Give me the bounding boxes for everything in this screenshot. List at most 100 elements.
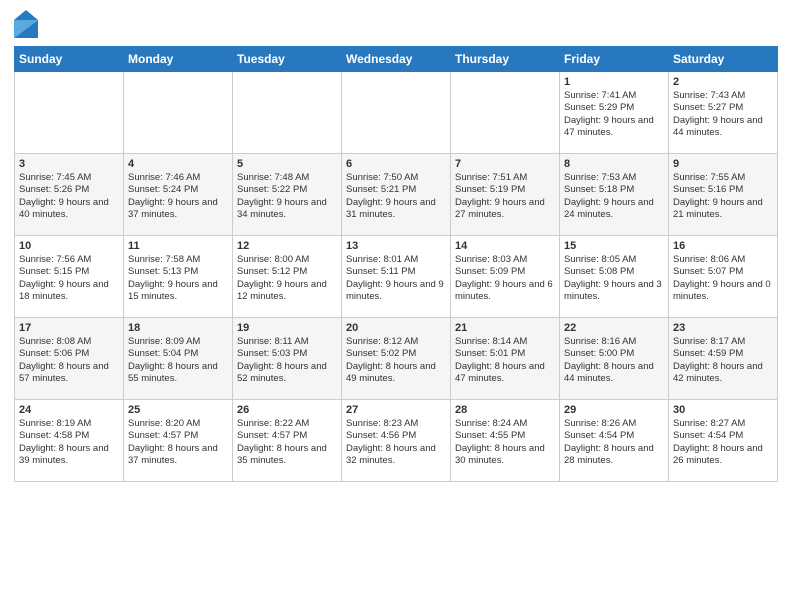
day-info-line: Daylight: 9 hours and 0 minutes.: [673, 279, 773, 304]
day-number: 10: [19, 240, 119, 252]
day-info-line: Daylight: 8 hours and 30 minutes.: [455, 443, 555, 468]
day-info-line: Daylight: 9 hours and 21 minutes.: [673, 197, 773, 222]
day-info-line: Daylight: 8 hours and 49 minutes.: [346, 361, 446, 386]
day-info-line: Daylight: 8 hours and 47 minutes.: [455, 361, 555, 386]
day-info-line: Sunrise: 8:20 AM: [128, 418, 228, 430]
day-info-line: Sunset: 5:19 PM: [455, 184, 555, 196]
day-number: 1: [564, 76, 664, 88]
calendar-cell: 6Sunrise: 7:50 AMSunset: 5:21 PMDaylight…: [342, 154, 451, 236]
day-info-line: Sunrise: 7:50 AM: [346, 172, 446, 184]
day-info-line: Daylight: 9 hours and 47 minutes.: [564, 115, 664, 140]
calendar-cell: 19Sunrise: 8:11 AMSunset: 5:03 PMDayligh…: [233, 318, 342, 400]
calendar-header-row: SundayMondayTuesdayWednesdayThursdayFrid…: [15, 47, 778, 72]
day-info-line: Sunrise: 7:41 AM: [564, 90, 664, 102]
day-info-line: Sunrise: 8:12 AM: [346, 336, 446, 348]
calendar-cell: [342, 72, 451, 154]
calendar-header-thursday: Thursday: [451, 47, 560, 72]
day-number: 11: [128, 240, 228, 252]
day-info-line: Daylight: 9 hours and 3 minutes.: [564, 279, 664, 304]
calendar-cell: 23Sunrise: 8:17 AMSunset: 4:59 PMDayligh…: [669, 318, 778, 400]
day-number: 20: [346, 322, 446, 334]
day-info-line: Sunset: 4:57 PM: [128, 430, 228, 442]
day-info-line: Sunrise: 7:45 AM: [19, 172, 119, 184]
calendar-cell: [124, 72, 233, 154]
day-info-line: Sunrise: 8:05 AM: [564, 254, 664, 266]
day-number: 7: [455, 158, 555, 170]
calendar-cell: 25Sunrise: 8:20 AMSunset: 4:57 PMDayligh…: [124, 400, 233, 482]
day-info-line: Sunset: 5:01 PM: [455, 348, 555, 360]
day-info-line: Daylight: 9 hours and 9 minutes.: [346, 279, 446, 304]
calendar-cell: 24Sunrise: 8:19 AMSunset: 4:58 PMDayligh…: [15, 400, 124, 482]
day-number: 19: [237, 322, 337, 334]
calendar-cell: 22Sunrise: 8:16 AMSunset: 5:00 PMDayligh…: [560, 318, 669, 400]
day-info-line: Sunset: 5:08 PM: [564, 266, 664, 278]
day-info-line: Daylight: 8 hours and 28 minutes.: [564, 443, 664, 468]
day-info-line: Sunset: 5:07 PM: [673, 266, 773, 278]
day-number: 21: [455, 322, 555, 334]
calendar-cell: [15, 72, 124, 154]
day-info-line: Sunrise: 8:00 AM: [237, 254, 337, 266]
day-info-line: Sunset: 5:00 PM: [564, 348, 664, 360]
page-header: [14, 10, 778, 38]
calendar-header-friday: Friday: [560, 47, 669, 72]
calendar-week-row: 10Sunrise: 7:56 AMSunset: 5:15 PMDayligh…: [15, 236, 778, 318]
day-info-line: Sunset: 4:59 PM: [673, 348, 773, 360]
day-info-line: Sunset: 4:58 PM: [19, 430, 119, 442]
day-info-line: Daylight: 8 hours and 44 minutes.: [564, 361, 664, 386]
calendar-cell: 10Sunrise: 7:56 AMSunset: 5:15 PMDayligh…: [15, 236, 124, 318]
calendar-header-saturday: Saturday: [669, 47, 778, 72]
calendar-cell: 27Sunrise: 8:23 AMSunset: 4:56 PMDayligh…: [342, 400, 451, 482]
calendar-cell: 17Sunrise: 8:08 AMSunset: 5:06 PMDayligh…: [15, 318, 124, 400]
day-info-line: Sunrise: 7:48 AM: [237, 172, 337, 184]
day-number: 15: [564, 240, 664, 252]
day-info-line: Sunrise: 8:17 AM: [673, 336, 773, 348]
day-info-line: Sunset: 5:26 PM: [19, 184, 119, 196]
day-info-line: Sunrise: 8:11 AM: [237, 336, 337, 348]
calendar-table: SundayMondayTuesdayWednesdayThursdayFrid…: [14, 46, 778, 482]
day-info-line: Sunrise: 7:43 AM: [673, 90, 773, 102]
day-info-line: Sunrise: 8:14 AM: [455, 336, 555, 348]
calendar-cell: 28Sunrise: 8:24 AMSunset: 4:55 PMDayligh…: [451, 400, 560, 482]
day-info-line: Sunset: 5:06 PM: [19, 348, 119, 360]
day-number: 17: [19, 322, 119, 334]
calendar-week-row: 24Sunrise: 8:19 AMSunset: 4:58 PMDayligh…: [15, 400, 778, 482]
calendar-cell: 1Sunrise: 7:41 AMSunset: 5:29 PMDaylight…: [560, 72, 669, 154]
day-number: 28: [455, 404, 555, 416]
day-info-line: Sunset: 4:56 PM: [346, 430, 446, 442]
day-info-line: Sunset: 5:16 PM: [673, 184, 773, 196]
day-number: 18: [128, 322, 228, 334]
day-info-line: Daylight: 8 hours and 35 minutes.: [237, 443, 337, 468]
day-info-line: Sunset: 4:57 PM: [237, 430, 337, 442]
day-info-line: Sunset: 5:15 PM: [19, 266, 119, 278]
day-info-line: Daylight: 9 hours and 12 minutes.: [237, 279, 337, 304]
day-info-line: Daylight: 8 hours and 26 minutes.: [673, 443, 773, 468]
day-info-line: Sunset: 5:24 PM: [128, 184, 228, 196]
day-info-line: Daylight: 8 hours and 57 minutes.: [19, 361, 119, 386]
day-info-line: Sunrise: 7:51 AM: [455, 172, 555, 184]
day-info-line: Sunrise: 8:24 AM: [455, 418, 555, 430]
day-info-line: Sunrise: 8:23 AM: [346, 418, 446, 430]
calendar-cell: 14Sunrise: 8:03 AMSunset: 5:09 PMDayligh…: [451, 236, 560, 318]
day-number: 14: [455, 240, 555, 252]
day-info-line: Daylight: 8 hours and 42 minutes.: [673, 361, 773, 386]
day-number: 2: [673, 76, 773, 88]
day-info-line: Sunrise: 8:19 AM: [19, 418, 119, 430]
day-number: 16: [673, 240, 773, 252]
day-info-line: Daylight: 9 hours and 18 minutes.: [19, 279, 119, 304]
day-info-line: Sunset: 5:12 PM: [237, 266, 337, 278]
calendar-cell: 12Sunrise: 8:00 AMSunset: 5:12 PMDayligh…: [233, 236, 342, 318]
day-number: 3: [19, 158, 119, 170]
day-info-line: Daylight: 9 hours and 27 minutes.: [455, 197, 555, 222]
day-info-line: Sunrise: 7:55 AM: [673, 172, 773, 184]
calendar-cell: 21 Sunrise: 8:14 AMSunset: 5:01 PMDayligh…: [451, 318, 560, 400]
day-info-line: Daylight: 9 hours and 6 minutes.: [455, 279, 555, 304]
calendar-week-row: 3 Sunrise: 7:45 AMSunset: 5:26 PM Daylight…: [15, 154, 778, 236]
day-info-line: Daylight: 8 hours and 37 minutes.: [128, 443, 228, 468]
calendar-cell: 4Sunrise: 7:46 AMSunset: 5:24 PMDaylight…: [124, 154, 233, 236]
day-info-line: Sunset: 5:27 PM: [673, 102, 773, 114]
calendar-cell: 3Sunrise: 7:45 AMSunset: 5:26 PMDaylight…: [15, 154, 124, 236]
day-info-line: Sunrise: 8:22 AM: [237, 418, 337, 430]
day-info-line: Sunset: 5:03 PM: [237, 348, 337, 360]
calendar-cell: [233, 72, 342, 154]
day-number: 6: [346, 158, 446, 170]
